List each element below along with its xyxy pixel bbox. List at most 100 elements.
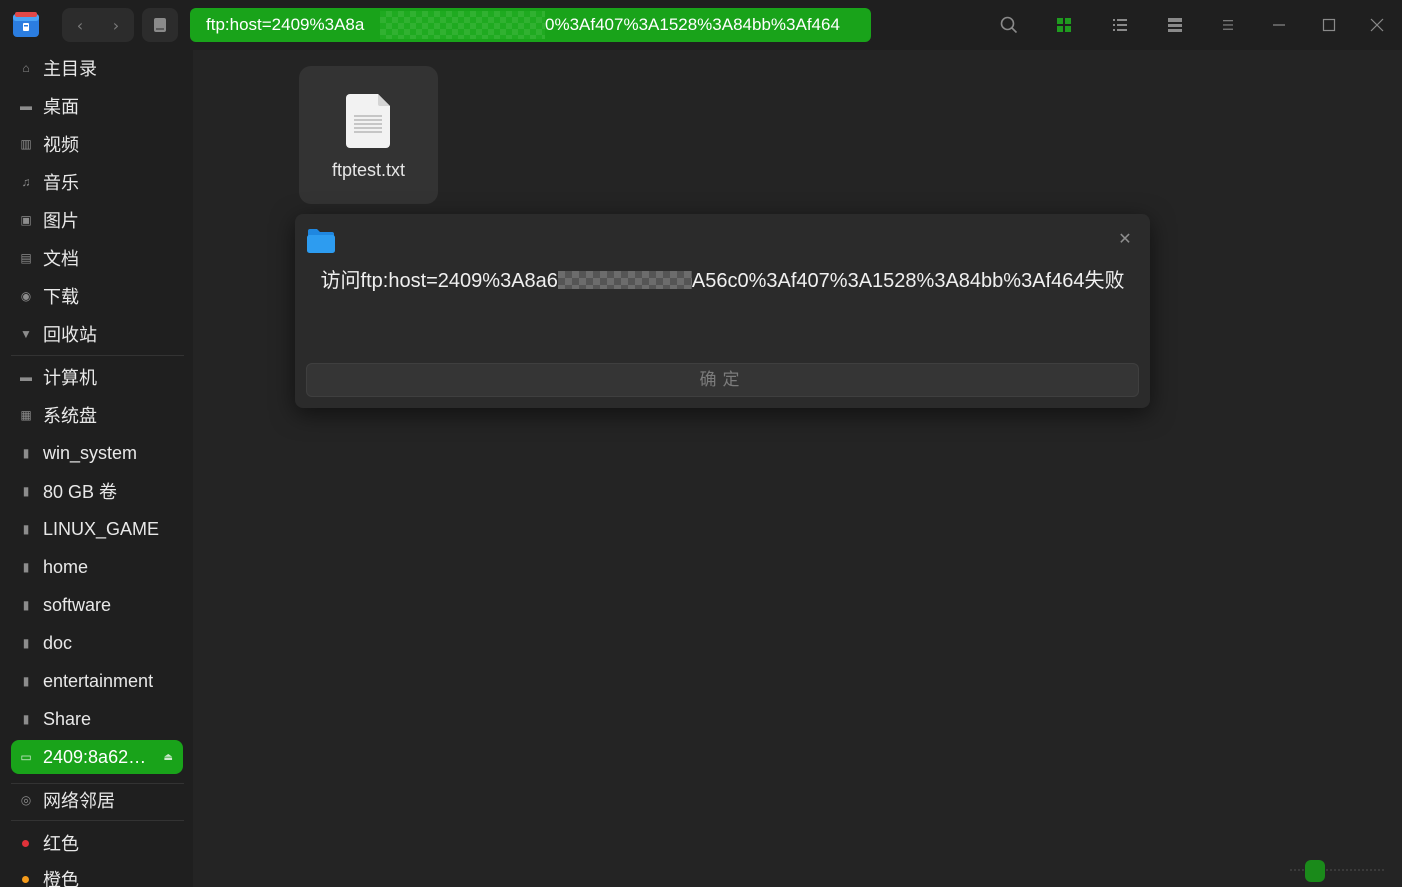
sidebar-item-software[interactable]: ▮ software [11, 588, 183, 622]
file-item[interactable]: ftptest.txt [299, 66, 438, 204]
dialog-message-suffix: A56c0%3Af407%3A1528%3A84bb%3Af464失败 [691, 270, 1125, 292]
disk-icon: ▦ [20, 408, 32, 422]
icon-view-icon[interactable] [1053, 14, 1075, 36]
forward-button[interactable]: › [98, 8, 134, 42]
sidebar-item-pictures[interactable]: ▣ 图片 [11, 203, 183, 237]
disk-icon: ▮ [22, 674, 30, 688]
title-bar: ‹ › ftp:host=2409%3A8a 0%3Af407%3A1528%3… [0, 0, 1402, 50]
sidebar-item-label: software [43, 594, 112, 615]
sidebar: ⌂ 主目录 ▬ 桌面 ▥ 视频 ♫ 音乐 ▣ 图片 ▤ 文档 ◉ 下载 ▼ 回收… [0, 50, 193, 887]
menu-icon[interactable] [1217, 14, 1239, 36]
breadcrumb-device-button[interactable] [142, 8, 178, 42]
network-icon: ◎ [20, 793, 32, 807]
sidebar-item-home-volume[interactable]: ▮ home [11, 550, 183, 584]
sidebar-item-label: 橙色 [43, 870, 79, 887]
trash-icon: ▼ [20, 327, 32, 341]
sidebar-item-label: win_system [43, 442, 138, 463]
navigation-buttons: ‹ › [62, 8, 134, 42]
sidebar-item-computer[interactable]: ▬ 计算机 [11, 360, 183, 394]
sidebar-item-share[interactable]: ▮ Share [11, 702, 183, 736]
sidebar-item-label: 下载 [43, 287, 79, 307]
sidebar-item-label: 网络邻居 [43, 791, 115, 811]
drive-icon [154, 18, 166, 32]
error-dialog: ✕ 访问ftp:host=2409%3A8a6 A56c0%3Af407%3A15… [295, 214, 1150, 408]
sidebar-item-video[interactable]: ▥ 视频 [11, 127, 183, 161]
picture-icon: ▣ [20, 213, 32, 227]
sidebar-divider [11, 355, 184, 356]
text-file-icon [346, 94, 390, 152]
sidebar-item-label: 80 GB 卷 [43, 482, 118, 502]
sidebar-item-label: 音乐 [43, 173, 79, 193]
document-icon: ▤ [20, 251, 32, 265]
redacted-message-segment [557, 271, 692, 289]
sidebar-item-home[interactable]: ⌂ 主目录 [11, 51, 183, 85]
file-manager-app-icon [12, 11, 40, 39]
sidebar-item-label: 文档 [43, 249, 79, 269]
minimize-icon[interactable] [1268, 14, 1290, 36]
address-bar[interactable]: ftp:host=2409%3A8a 0%3Af407%3A1528%3A84b… [190, 8, 871, 42]
sidebar-item-doc[interactable]: ▮ doc [11, 626, 183, 660]
sidebar-divider [11, 820, 184, 821]
redacted-address-segment [380, 11, 545, 39]
list-view-icon[interactable] [1109, 14, 1131, 36]
detail-view-icon[interactable] [1164, 14, 1186, 36]
dialog-message-prefix: 访问ftp:host=2409%3A8a6 [320, 270, 558, 292]
icon-size-slider[interactable] [1290, 858, 1384, 882]
sidebar-item-desktop[interactable]: ▬ 桌面 [11, 89, 183, 123]
sidebar-item-label: 系统盘 [43, 406, 97, 426]
orange-tag-icon [22, 875, 29, 883]
sidebar-item-win-system[interactable]: ▮ win_system [11, 436, 183, 470]
disk-icon: ▮ [22, 446, 30, 460]
ok-button[interactable]: 确定 [306, 363, 1139, 397]
sidebar-item-tag-orange[interactable]: 橙色 [11, 862, 183, 887]
desktop-icon: ▬ [20, 99, 32, 113]
sidebar-item-entertainment[interactable]: ▮ entertainment [11, 664, 183, 698]
disk-icon: ▮ [22, 522, 30, 536]
sidebar-item-label: 红色 [43, 834, 79, 854]
sidebar-item-label: doc [43, 632, 73, 653]
sidebar-item-documents[interactable]: ▤ 文档 [11, 241, 183, 275]
dialog-message: 访问ftp:host=2409%3A8a6 A56c0%3Af407%3A1528… [305, 269, 1140, 294]
maximize-icon[interactable] [1318, 14, 1340, 36]
dialog-close-icon[interactable]: ✕ [1116, 230, 1134, 248]
sidebar-item-music[interactable]: ♫ 音乐 [11, 165, 183, 199]
network-folder-icon: ▭ [20, 750, 32, 764]
address-text: ftp:host=2409%3A8a [206, 15, 365, 34]
sidebar-item-label: 主目录 [43, 59, 97, 79]
sidebar-item-trash[interactable]: ▼ 回收站 [11, 317, 183, 351]
sidebar-item-network[interactable]: ◎ 网络邻居 [11, 783, 183, 817]
sidebar-item-label: home [43, 556, 89, 577]
folder-icon [306, 228, 336, 258]
sidebar-item-label: Share [43, 708, 92, 729]
video-icon: ▥ [20, 137, 32, 151]
sidebar-item-tag-red[interactable]: 红色 [11, 826, 183, 860]
sidebar-item-linux-game[interactable]: ▮ LINUX_GAME [11, 512, 183, 546]
sidebar-item-80gb-volume[interactable]: ▮ 80 GB 卷 [11, 474, 183, 508]
disk-icon: ▮ [22, 560, 30, 574]
sidebar-item-label: 2409:8a62… [43, 746, 147, 767]
sidebar-item-system-disk[interactable]: ▦ 系统盘 [11, 398, 183, 432]
sidebar-item-ftp-host[interactable]: ▭ 2409:8a62… ⏏ [11, 740, 183, 774]
close-icon[interactable] [1366, 14, 1388, 36]
chevron-left-icon: ‹ [76, 15, 84, 35]
chevron-right-icon: › [112, 15, 120, 35]
eject-icon[interactable]: ⏏ [164, 752, 173, 763]
home-icon: ⌂ [22, 61, 30, 75]
red-tag-icon [22, 839, 29, 847]
search-icon[interactable] [998, 14, 1020, 36]
disk-icon: ▮ [22, 598, 30, 612]
sidebar-item-label: entertainment [43, 670, 154, 691]
disk-icon: ▮ [22, 712, 30, 726]
computer-icon: ▬ [20, 370, 32, 384]
sidebar-item-label: 回收站 [43, 325, 97, 345]
sidebar-item-label: 桌面 [43, 97, 79, 117]
sidebar-item-label: 图片 [43, 211, 79, 231]
disk-icon: ▮ [22, 636, 30, 650]
sidebar-item-label: 计算机 [43, 368, 97, 388]
back-button[interactable]: ‹ [62, 8, 98, 42]
sidebar-item-downloads[interactable]: ◉ 下载 [11, 279, 183, 313]
address-text-suffix: 0%3Af407%3A1528%3A84bb%3Af464 [545, 15, 840, 34]
download-icon: ◉ [20, 289, 32, 303]
disk-icon: ▮ [22, 484, 30, 498]
sidebar-item-label: 视频 [43, 135, 79, 155]
